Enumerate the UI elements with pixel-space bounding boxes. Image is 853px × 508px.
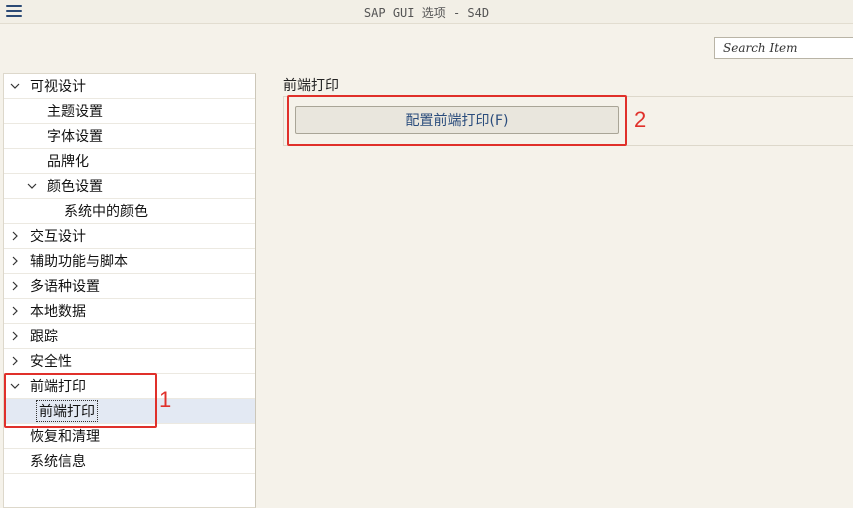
tree-item-label: 本地数据 xyxy=(30,304,86,320)
chevron-down-icon[interactable] xyxy=(27,181,37,191)
tree-item-interaction-design[interactable]: 交互设计 xyxy=(4,224,255,249)
section-title: 前端打印 xyxy=(283,78,339,94)
annotation-number-1: 1 xyxy=(159,387,172,412)
tree-item-trace[interactable]: 跟踪 xyxy=(4,324,255,349)
tree-item-label: 系统信息 xyxy=(30,454,86,470)
tree-item-label: 可视设计 xyxy=(30,79,86,95)
chevron-right-icon[interactable] xyxy=(10,331,20,341)
tree-item-security[interactable]: 安全性 xyxy=(4,349,255,374)
tree-item-visual-design[interactable]: 可视设计 xyxy=(4,74,255,99)
chevron-right-icon[interactable] xyxy=(10,306,20,316)
tree-item-accessibility-scripting[interactable]: 辅助功能与脚本 xyxy=(4,249,255,274)
tree-item-label: 辅助功能与脚本 xyxy=(30,254,128,270)
tree-item-label: 系统中的颜色 xyxy=(64,204,148,220)
title-bar: SAP GUI 选项 - S4D xyxy=(0,0,853,24)
annotation-box-2 xyxy=(287,95,627,146)
tree-item-label: 品牌化 xyxy=(47,154,89,170)
annotation-number-2: 2 xyxy=(634,107,647,132)
annotation-box-1 xyxy=(4,373,157,428)
chevron-right-icon[interactable] xyxy=(10,231,20,241)
tree-item-label: 交互设计 xyxy=(30,229,86,245)
tree-item-system-colors[interactable]: 系统中的颜色 xyxy=(4,199,255,224)
search-input[interactable] xyxy=(714,37,853,59)
tree-item-color-settings[interactable]: 颜色设置 xyxy=(4,174,255,199)
chevron-right-icon[interactable] xyxy=(10,281,20,291)
tree-item-multilanguage[interactable]: 多语种设置 xyxy=(4,274,255,299)
tree-item-label: 颜色设置 xyxy=(47,179,103,195)
tree-item-font-settings[interactable]: 字体设置 xyxy=(4,124,255,149)
tree-item-system-info[interactable]: 系统信息 xyxy=(4,449,255,474)
tree-item-local-data[interactable]: 本地数据 xyxy=(4,299,255,324)
tree-item-label: 多语种设置 xyxy=(30,279,100,295)
tree-item-label: 字体设置 xyxy=(47,129,103,145)
tree-item-label: 跟踪 xyxy=(30,329,58,345)
window-title: SAP GUI 选项 - S4D xyxy=(363,6,490,20)
chevron-down-icon[interactable] xyxy=(10,81,20,91)
chevron-right-icon[interactable] xyxy=(10,356,20,366)
tree-item-label: 安全性 xyxy=(30,354,72,370)
tree-item-label: 主题设置 xyxy=(47,104,103,120)
tree-item-theme-settings[interactable]: 主题设置 xyxy=(4,99,255,124)
chevron-right-icon[interactable] xyxy=(10,256,20,266)
tree-item-label: 恢复和清理 xyxy=(30,429,100,445)
options-tree: 可视设计 主题设置 字体设置 品牌化 颜色设置 系统中的颜色 交互设计 辅助功能… xyxy=(3,73,256,508)
tree-item-branding[interactable]: 品牌化 xyxy=(4,149,255,174)
